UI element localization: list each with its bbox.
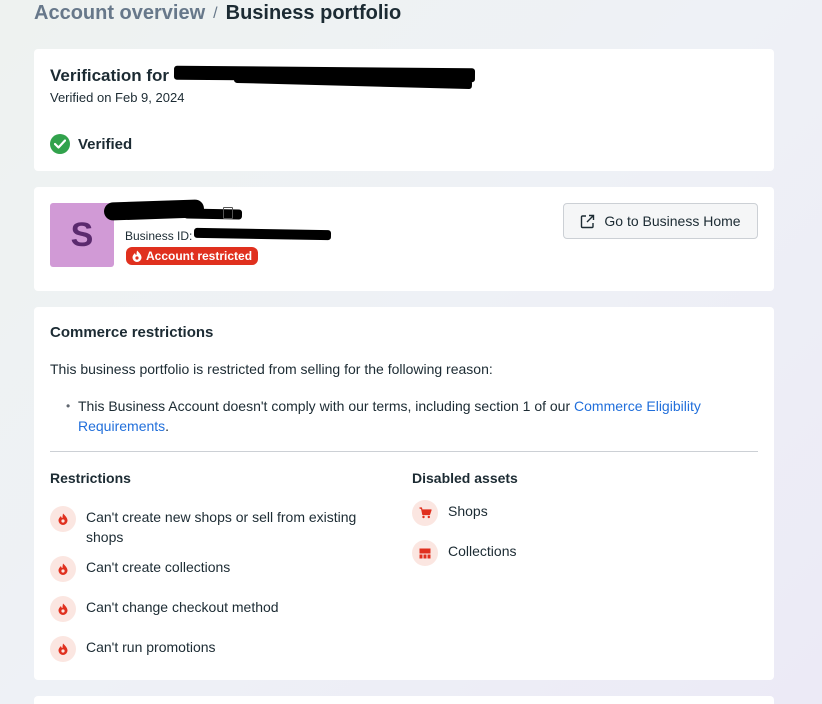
restriction-reason: • This Business Account doesn't comply w… <box>66 396 748 436</box>
divider <box>50 451 758 452</box>
restriction-reason-end: . <box>165 418 170 434</box>
verification-status: Verified <box>50 134 132 154</box>
restricted-icon <box>50 556 76 582</box>
restriction-item: Can't create collections <box>50 556 380 582</box>
breadcrumb-account-overview[interactable]: Account overview <box>34 2 205 25</box>
redacted-business-id <box>193 227 332 241</box>
next-card <box>34 696 774 704</box>
restricted-icon <box>50 596 76 622</box>
restricted-icon <box>50 506 76 532</box>
disabled-asset-item: Shops <box>412 500 488 526</box>
business-card: S Business ID: Account restricted Go to … <box>34 187 774 291</box>
go-to-business-home-label: Go to Business Home <box>604 213 741 229</box>
copy-icon[interactable] <box>223 207 233 219</box>
breadcrumb-separator: / <box>213 4 218 22</box>
page-title: Business portfolio <box>225 2 402 24</box>
commerce-intro: This business portfolio is restricted fr… <box>50 361 493 377</box>
shopping-cart-icon <box>412 500 438 526</box>
disabled-asset-item: Collections <box>412 540 516 566</box>
restriction-item-label: Can't create new shops or sell from exis… <box>86 509 357 545</box>
disabled-asset-label: Collections <box>448 543 517 559</box>
verification-status-label: Verified <box>78 135 133 153</box>
go-to-business-home-button[interactable]: Go to Business Home <box>563 203 758 239</box>
restriction-item-label: Can't change checkout method <box>86 599 279 615</box>
restrictions-title: Restrictions <box>50 470 131 486</box>
collections-icon <box>412 540 438 566</box>
restriction-item: Can't change checkout method <box>50 596 380 622</box>
verification-date: Verified on Feb 9, 2024 <box>50 90 185 105</box>
bullet: • <box>66 399 71 413</box>
restriction-item: Can't run promotions <box>50 636 380 662</box>
status-badge: Account restricted <box>126 247 259 265</box>
commerce-restrictions-card: Commerce restrictions This business port… <box>34 307 774 680</box>
disabled-assets-title: Disabled assets <box>412 470 518 486</box>
breadcrumb: Account overview / Business portfolio <box>34 2 401 25</box>
verification-card: Verification for Verified on Feb 9, 2024… <box>34 49 774 171</box>
commerce-restrictions-title: Commerce restrictions <box>50 324 214 341</box>
redacted-business-title-stroke <box>183 208 243 220</box>
status-badge-label: Account restricted <box>146 249 253 263</box>
verification-title: Verification for <box>50 66 170 85</box>
restricted-icon <box>132 250 142 262</box>
external-link-icon <box>581 214 595 228</box>
restriction-reason-text: This Business Account doesn't comply wit… <box>78 398 575 414</box>
restriction-item-label: Can't run promotions <box>86 639 216 655</box>
restricted-icon <box>50 636 76 662</box>
check-circle-icon <box>50 134 70 154</box>
disabled-asset-label: Shops <box>448 503 488 519</box>
restriction-item-label: Can't create collections <box>86 559 231 575</box>
business-id-label: Business ID: <box>125 229 193 243</box>
restriction-item: Can't create new shops or sell from exis… <box>50 506 380 547</box>
